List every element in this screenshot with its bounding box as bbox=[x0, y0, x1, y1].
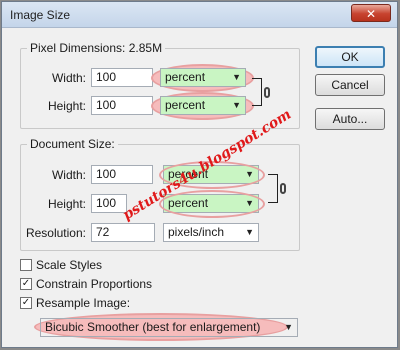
document-size-legend: Document Size: bbox=[30, 137, 115, 151]
constrain-proportions-checkbox[interactable]: ✓ bbox=[20, 278, 32, 290]
chevron-down-icon: ▼ bbox=[245, 169, 254, 179]
resample-method-select[interactable]: Bicubic Smoother (best for enlargement) … bbox=[40, 318, 298, 337]
scale-styles-checkbox[interactable] bbox=[20, 259, 32, 271]
chevron-down-icon: ▼ bbox=[232, 100, 241, 110]
auto-button[interactable]: Auto... bbox=[315, 108, 385, 130]
chevron-down-icon: ▼ bbox=[245, 227, 254, 237]
chevron-down-icon: ▼ bbox=[232, 72, 241, 82]
pixel-dimensions-legend: Pixel Dimensions: 2.85M bbox=[27, 41, 165, 55]
pixel-height-input[interactable]: 100 bbox=[91, 96, 153, 115]
resolution-unit-value: pixels/inch bbox=[168, 225, 225, 239]
doc-width-label: Width: bbox=[51, 168, 86, 182]
doc-height-unit-select[interactable]: percent ▼ bbox=[163, 194, 259, 213]
pixel-height-unit-select[interactable]: percent ▼ bbox=[160, 96, 246, 115]
pixel-height-unit-value: percent bbox=[165, 98, 206, 112]
chevron-down-icon: ▼ bbox=[245, 198, 254, 208]
doc-height-unit-value: percent bbox=[168, 196, 209, 210]
doc-width-input[interactable]: 100 bbox=[91, 165, 153, 184]
pixel-dimensions-label: Pixel Dimensions: bbox=[30, 41, 126, 55]
pixel-width-unit-value: percent bbox=[165, 70, 206, 84]
resample-method-value: Bicubic Smoother (best for enlargement) bbox=[45, 320, 261, 334]
dialog-title: Image Size bbox=[10, 8, 71, 22]
resolution-unit-select[interactable]: pixels/inch ▼ bbox=[163, 223, 259, 242]
resolution-input[interactable]: 72 bbox=[91, 223, 155, 242]
pixel-width-label: Width: bbox=[51, 71, 86, 85]
pixel-dimensions-size: 2.85M bbox=[128, 41, 163, 55]
resample-image-checkbox[interactable]: ✓ bbox=[20, 297, 32, 309]
pixel-height-label: Height: bbox=[47, 99, 86, 113]
pixel-width-input[interactable]: 100 bbox=[91, 68, 153, 87]
cancel-button[interactable]: Cancel bbox=[315, 74, 385, 96]
scale-styles-label: Scale Styles bbox=[36, 258, 103, 272]
ok-button[interactable]: OK bbox=[315, 46, 385, 68]
close-button[interactable]: ✕ bbox=[351, 4, 391, 22]
image-size-dialog: Image Size ✕ Pixel Dimensions: 2.85M Wid… bbox=[1, 1, 398, 348]
doc-constrain-bracket bbox=[268, 174, 278, 203]
pixel-width-unit-select[interactable]: percent ▼ bbox=[160, 68, 246, 87]
title-bar: Image Size ✕ bbox=[2, 2, 397, 28]
resample-image-label: Resample Image: bbox=[36, 296, 131, 310]
close-icon: ✕ bbox=[365, 7, 377, 21]
doc-height-label: Height: bbox=[47, 197, 86, 211]
resolution-label: Resolution: bbox=[25, 226, 86, 240]
chevron-down-icon: ▼ bbox=[284, 322, 293, 332]
chain-link-icon bbox=[264, 87, 270, 98]
chain-link-icon bbox=[280, 183, 286, 194]
constrain-bracket bbox=[252, 78, 262, 106]
constrain-proportions-label: Constrain Proportions bbox=[36, 277, 153, 291]
